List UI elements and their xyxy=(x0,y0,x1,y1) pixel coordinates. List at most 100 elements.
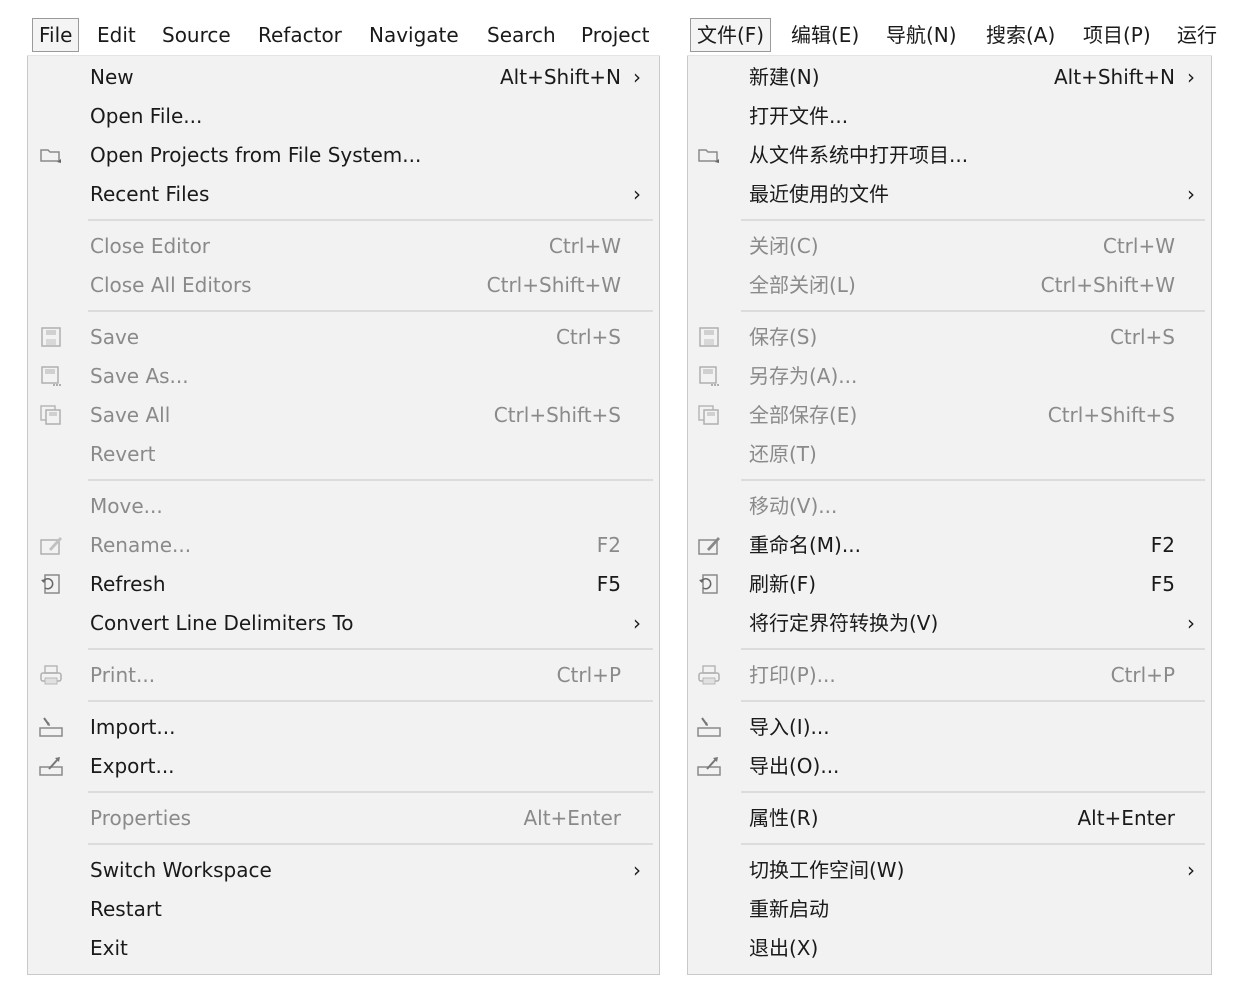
print-icon xyxy=(39,665,63,685)
menu-separator xyxy=(88,700,653,702)
menu-item-recent-files[interactable]: 最近使用的文件 › xyxy=(688,175,1211,213)
menu-item-accelerator: Ctrl+W xyxy=(548,234,621,258)
menu-project[interactable]: 项目(P) xyxy=(1083,19,1151,51)
save-icon xyxy=(697,327,721,347)
menu-item-save-as[interactable]: Save As... xyxy=(28,357,659,395)
menu-item-close-editor[interactable]: Close Editor Ctrl+W xyxy=(28,227,659,265)
menu-item-save-all[interactable]: Save All Ctrl+Shift+S xyxy=(28,396,659,434)
menu-item-label: 重新启动 xyxy=(749,897,829,921)
menu-item-close-all-editors[interactable]: 全部关闭(L) Ctrl+Shift+W xyxy=(688,266,1211,304)
menu-item-close-editor[interactable]: 关闭(C) Ctrl+W xyxy=(688,227,1211,265)
save-all-icon xyxy=(697,405,721,425)
menu-item-convert-line-delimiters[interactable]: Convert Line Delimiters To › xyxy=(28,604,659,642)
menu-item-rename[interactable]: 重命名(M)... F2 xyxy=(688,526,1211,564)
menu-item-properties[interactable]: Properties Alt+Enter xyxy=(28,799,659,837)
menu-item-close-all-editors[interactable]: Close All Editors Ctrl+Shift+W xyxy=(28,266,659,304)
menu-item-revert[interactable]: 还原(T) xyxy=(688,435,1211,473)
menu-item-exit[interactable]: Exit xyxy=(28,929,659,967)
chinese-menu-panel: 文件(F) 编辑(E) 导航(N) 搜索(A) 项目(P) 运行 新建(N) A… xyxy=(687,15,1217,975)
menu-item-switch-workspace[interactable]: 切换工作空间(W) › xyxy=(688,851,1211,889)
submenu-arrow-icon: › xyxy=(633,611,641,635)
menu-file[interactable]: 文件(F) xyxy=(690,18,772,52)
menu-item-revert[interactable]: Revert xyxy=(28,435,659,473)
folder-icon xyxy=(697,145,721,165)
export-icon xyxy=(697,756,721,776)
menu-item-exit[interactable]: 退出(X) xyxy=(688,929,1211,967)
menu-navigate[interactable]: 导航(N) xyxy=(886,19,957,51)
menu-item-label: 打印(P)... xyxy=(749,663,836,687)
submenu-arrow-icon: › xyxy=(633,182,641,206)
menu-source[interactable]: Source xyxy=(162,19,231,51)
menu-item-print[interactable]: Print... Ctrl+P xyxy=(28,656,659,694)
menu-item-accelerator: Ctrl+Shift+S xyxy=(1047,403,1175,427)
menu-item-new[interactable]: New Alt+Shift+N › xyxy=(28,58,659,96)
menu-separator xyxy=(741,700,1205,702)
menu-search[interactable]: Search xyxy=(487,19,556,51)
menu-item-label: 保存(S) xyxy=(749,325,818,349)
menu-item-open-file[interactable]: Open File... xyxy=(28,97,659,135)
menu-file[interactable]: File xyxy=(32,18,80,52)
menu-item-label: 属性(R) xyxy=(749,806,819,830)
menu-item-label: 退出(X) xyxy=(749,936,819,960)
menu-item-restart[interactable]: 重新启动 xyxy=(688,890,1211,928)
menu-item-label: Rename... xyxy=(90,533,192,557)
menu-item-save-as[interactable]: 另存为(A)... xyxy=(688,357,1211,395)
save-icon xyxy=(39,327,63,347)
menu-item-save[interactable]: Save Ctrl+S xyxy=(28,318,659,356)
menu-item-refresh[interactable]: Refresh F5 xyxy=(28,565,659,603)
menu-item-print[interactable]: 打印(P)... Ctrl+P xyxy=(688,656,1211,694)
menu-item-move[interactable]: Move... xyxy=(28,487,659,525)
menu-item-label: Convert Line Delimiters To xyxy=(90,611,354,635)
menu-item-restart[interactable]: Restart xyxy=(28,890,659,928)
menu-item-accelerator: Alt+Shift+N xyxy=(499,65,621,89)
menu-item-rename[interactable]: Rename... F2 xyxy=(28,526,659,564)
menu-item-import[interactable]: 导入(I)... xyxy=(688,708,1211,746)
menu-item-accelerator: Ctrl+P xyxy=(556,663,621,687)
menu-item-refresh[interactable]: 刷新(F) F5 xyxy=(688,565,1211,603)
menu-search[interactable]: 搜索(A) xyxy=(986,19,1055,51)
menu-item-label: 关闭(C) xyxy=(749,234,819,258)
menu-item-label: 全部关闭(L) xyxy=(749,273,856,297)
menu-item-label: Save xyxy=(90,325,140,349)
menu-item-export[interactable]: Export... xyxy=(28,747,659,785)
english-menu-panel: File Edit Source Refactor Navigate Searc… xyxy=(27,15,660,975)
save-all-icon xyxy=(39,405,63,425)
refresh-icon xyxy=(39,574,63,594)
menu-separator xyxy=(741,648,1205,650)
import-icon xyxy=(697,717,721,737)
menu-item-export[interactable]: 导出(O)... xyxy=(688,747,1211,785)
menu-separator xyxy=(88,310,653,312)
menu-item-import[interactable]: Import... xyxy=(28,708,659,746)
menu-separator xyxy=(741,310,1205,312)
menu-item-label: 导出(O)... xyxy=(749,754,840,778)
menu-item-convert-line-delimiters[interactable]: 将行定界符转换为(V) › xyxy=(688,604,1211,642)
menu-project[interactable]: Project xyxy=(581,19,649,51)
submenu-arrow-icon: › xyxy=(633,858,641,882)
menu-edit[interactable]: Edit xyxy=(97,19,136,51)
menu-item-label: Print... xyxy=(90,663,156,687)
menu-item-label: Open Projects from File System... xyxy=(90,143,422,167)
menu-item-new[interactable]: 新建(N) Alt+Shift+N › xyxy=(688,58,1211,96)
submenu-arrow-icon: › xyxy=(1187,858,1195,882)
menu-item-open-projects[interactable]: Open Projects from File System... xyxy=(28,136,659,174)
menu-navigate[interactable]: Navigate xyxy=(369,19,459,51)
menu-item-move[interactable]: 移动(V)... xyxy=(688,487,1211,525)
menu-item-label: Restart xyxy=(90,897,162,921)
menu-item-label: Exit xyxy=(90,936,128,960)
menu-run[interactable]: 运行 xyxy=(1177,19,1217,51)
menu-item-open-file[interactable]: 打开文件... xyxy=(688,97,1211,135)
menu-item-save-all[interactable]: 全部保存(E) Ctrl+Shift+S xyxy=(688,396,1211,434)
menu-item-properties[interactable]: 属性(R) Alt+Enter xyxy=(688,799,1211,837)
menu-item-label: 另存为(A)... xyxy=(749,364,858,388)
menu-item-label: Refresh xyxy=(90,572,166,596)
menu-item-label: 刷新(F) xyxy=(749,572,817,596)
menu-item-label: Move... xyxy=(90,494,163,518)
rename-icon xyxy=(39,535,63,555)
menu-item-accelerator: Ctrl+Shift+W xyxy=(1040,273,1175,297)
menu-edit[interactable]: 编辑(E) xyxy=(791,19,859,51)
menu-item-open-projects[interactable]: 从文件系统中打开项目... xyxy=(688,136,1211,174)
menu-refactor[interactable]: Refactor xyxy=(258,19,342,51)
menu-item-switch-workspace[interactable]: Switch Workspace › xyxy=(28,851,659,889)
menu-item-recent-files[interactable]: Recent Files › xyxy=(28,175,659,213)
menu-item-save[interactable]: 保存(S) Ctrl+S xyxy=(688,318,1211,356)
